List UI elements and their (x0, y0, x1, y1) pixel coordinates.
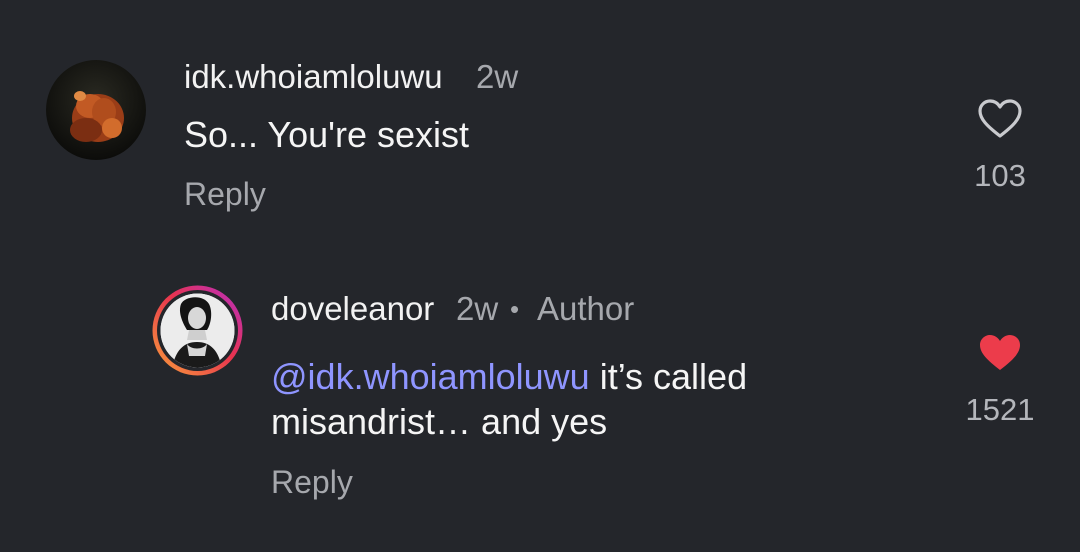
like-button[interactable] (977, 98, 1023, 140)
comment-text: So... You're sexist (184, 114, 470, 155)
user-mention-link[interactable]: @idk.whoiamloluwu (271, 356, 590, 397)
reply-timestamp: 2w (456, 290, 499, 327)
author-badge: Author (537, 290, 635, 327)
like-count: 103 (974, 158, 1026, 193)
heart-filled-icon (980, 335, 1020, 370)
bw-portrait-avatar-icon (152, 285, 243, 376)
author-avatar[interactable] (151, 284, 244, 377)
reply-text-line-2: misandrist… and yes (271, 401, 608, 442)
author-username[interactable]: doveleanor (271, 290, 434, 328)
reply-text-line-1-rest: it’s called (589, 356, 748, 397)
heart-outline-icon (978, 99, 1022, 138)
reply-button[interactable]: Reply (184, 176, 266, 213)
comments-screen: idk.whoiamloluwu 2w So... You're sexist … (0, 0, 1080, 552)
orange-fox-avatar-icon (46, 60, 146, 160)
comment-timestamp: 2w (476, 58, 519, 95)
reply-button[interactable]: Reply (271, 464, 353, 501)
reply-text-line-1: @idk.whoiamloluwu it’s called (271, 354, 891, 399)
user-avatar[interactable] (46, 60, 146, 160)
comment-username[interactable]: idk.whoiamloluwu (184, 58, 443, 96)
like-button-liked[interactable] (977, 332, 1023, 374)
meta-separator: • (510, 294, 520, 324)
reply-text: @idk.whoiamloluwu it’s called misandrist… (271, 354, 891, 444)
like-count: 1521 (965, 392, 1035, 427)
